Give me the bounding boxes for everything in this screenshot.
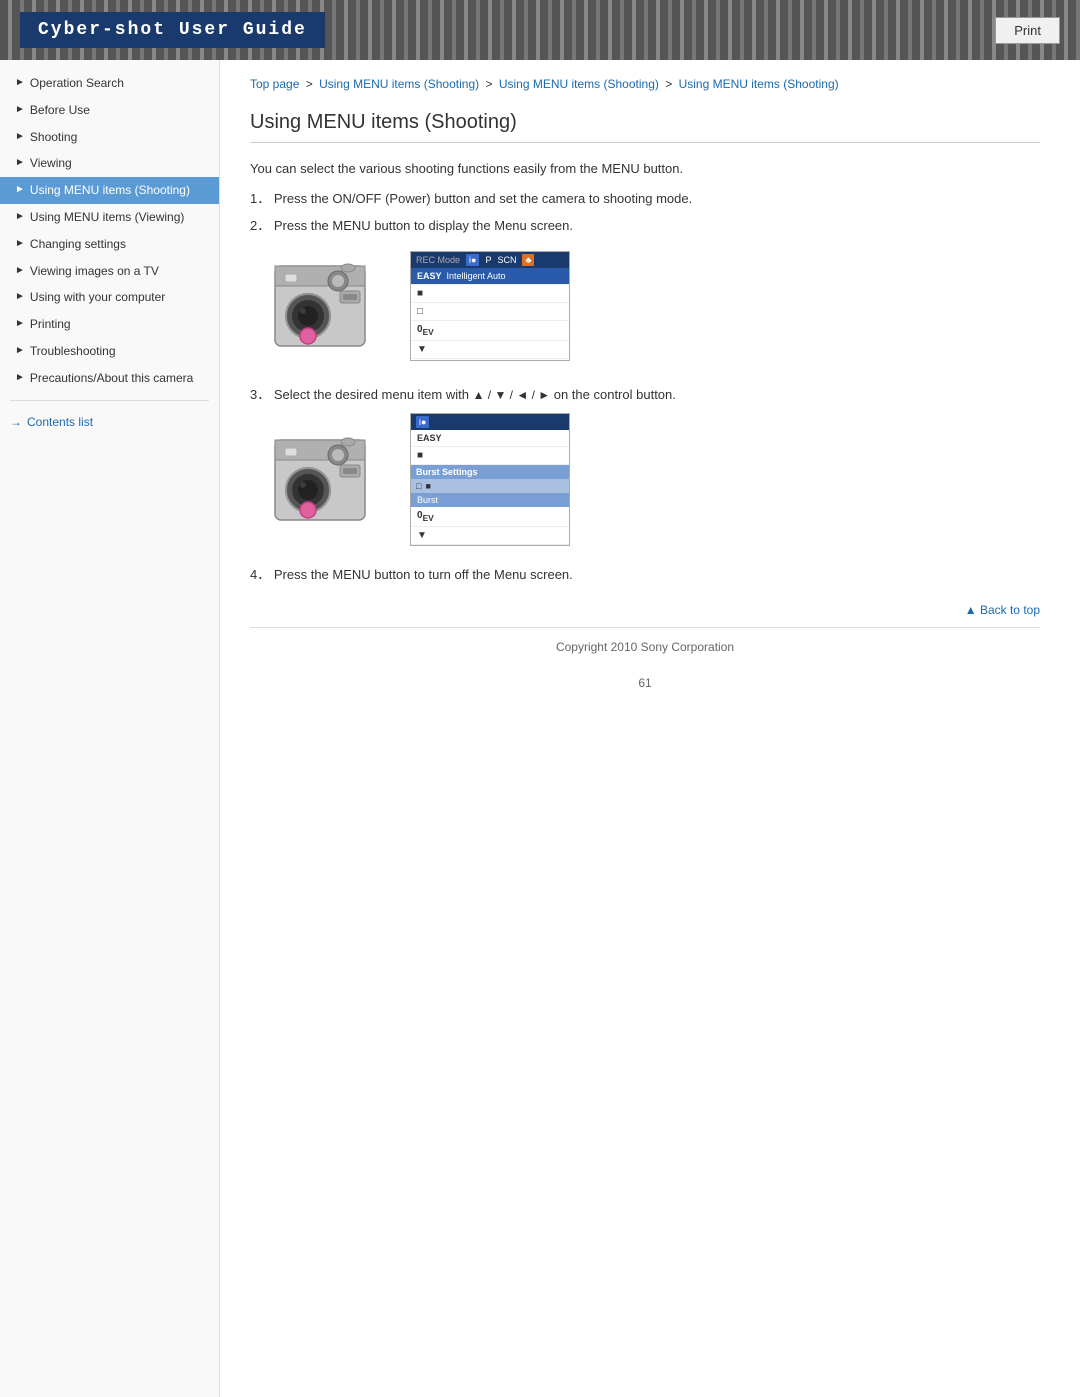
chevron-right-icon: ►: [15, 371, 25, 385]
chevron-right-icon: ►: [15, 76, 25, 90]
sidebar-item-using-menu-shooting[interactable]: ► Using MENU items (Shooting): [0, 177, 219, 204]
chevron-right-icon: ►: [15, 264, 25, 278]
sidebar-item-precautions[interactable]: ► Precautions/About this camera: [0, 365, 219, 392]
sidebar-item-viewing-tv[interactable]: ► Viewing images on a TV: [0, 258, 219, 285]
sidebar: ► Operation Search ► Before Use ► Shooti…: [0, 60, 220, 1397]
chevron-right-icon: ►: [15, 317, 25, 331]
sidebar-item-viewing[interactable]: ► Viewing: [0, 150, 219, 177]
breadcrumb-top[interactable]: Top page: [250, 77, 299, 91]
print-button[interactable]: Print: [995, 17, 1060, 44]
sidebar-item-using-computer[interactable]: ► Using with your computer: [0, 284, 219, 311]
breadcrumb-part3[interactable]: Using MENU items (Shooting): [679, 77, 839, 91]
step-2: 2． Press the MENU button to display the …: [250, 215, 1040, 234]
menu-screen-2: i● EASY ■ Burst Settings □ ■ Burst 0EV: [410, 413, 570, 546]
step-1: 1． Press the ON/OFF (Power) button and s…: [250, 188, 1040, 207]
step-4: 4． Press the MENU button to turn off the…: [250, 564, 1040, 583]
arrow-right-icon: →: [10, 415, 22, 429]
sidebar-item-changing-settings[interactable]: ► Changing settings: [0, 231, 219, 258]
header: Cyber-shot User Guide Print: [0, 0, 1080, 60]
chevron-right-icon: ►: [15, 130, 25, 144]
step-3: 3． Select the desired menu item with ▲ /…: [250, 384, 1040, 403]
page-title: Using MENU items (Shooting): [250, 111, 1040, 143]
camera-illustration-1: [270, 246, 400, 366]
chevron-right-icon: ►: [15, 156, 25, 170]
chevron-right-icon: ►: [15, 237, 25, 251]
footer: Copyright 2010 Sony Corporation: [250, 627, 1040, 666]
breadcrumb-part1[interactable]: Using MENU items (Shooting): [319, 77, 479, 91]
sidebar-divider: [10, 400, 209, 401]
intro-text: You can select the various shooting func…: [250, 161, 1040, 176]
page-number: 61: [250, 666, 1040, 700]
sidebar-item-troubleshooting[interactable]: ► Troubleshooting: [0, 338, 219, 365]
chevron-right-icon: ►: [15, 290, 25, 304]
menu-screen-1: REC Mode i● P SCN ♣ EASY Intelligent Aut…: [410, 251, 570, 361]
sidebar-item-operation-search[interactable]: ► Operation Search: [0, 70, 219, 97]
sidebar-item-before-use[interactable]: ► Before Use: [0, 97, 219, 124]
app-title: Cyber-shot User Guide: [20, 12, 325, 48]
illustration-1: REC Mode i● P SCN ♣ EASY Intelligent Aut…: [270, 246, 1040, 366]
chevron-right-icon: ►: [15, 103, 25, 117]
sidebar-item-using-menu-viewing[interactable]: ► Using MENU items (Viewing): [0, 204, 219, 231]
back-to-top-link[interactable]: ▲ Back to top: [250, 603, 1040, 617]
contents-list-link[interactable]: → Contents list: [0, 409, 219, 435]
illustration-2: i● EASY ■ Burst Settings □ ■ Burst 0EV: [270, 413, 1040, 546]
breadcrumb-part2[interactable]: Using MENU items (Shooting): [499, 77, 659, 91]
breadcrumb: Top page > Using MENU items (Shooting) >…: [250, 75, 1040, 93]
content-area: Top page > Using MENU items (Shooting) >…: [220, 60, 1080, 1397]
sidebar-item-printing[interactable]: ► Printing: [0, 311, 219, 338]
chevron-right-icon: ►: [15, 344, 25, 358]
main-layout: ► Operation Search ► Before Use ► Shooti…: [0, 60, 1080, 1397]
sidebar-item-shooting[interactable]: ► Shooting: [0, 124, 219, 151]
chevron-right-icon: ►: [15, 210, 25, 224]
camera-illustration-2: [270, 420, 400, 540]
chevron-right-icon: ►: [15, 183, 25, 197]
